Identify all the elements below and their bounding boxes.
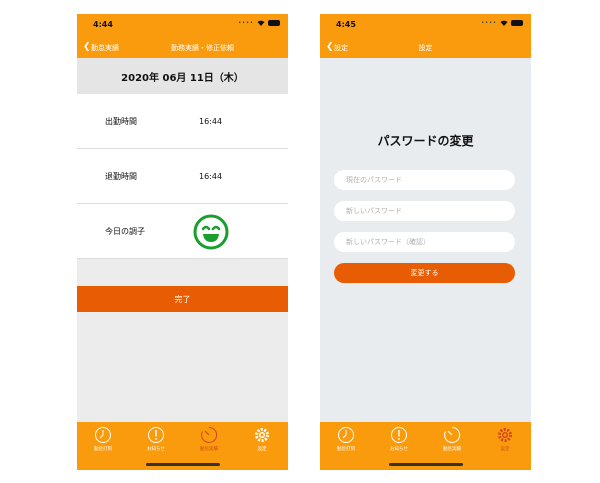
done-button[interactable]: 完了 xyxy=(77,286,288,312)
home-indicator xyxy=(146,463,220,466)
alert-icon xyxy=(148,427,164,443)
gear-icon xyxy=(255,428,269,442)
battery-icon xyxy=(511,20,523,26)
password-change-screen: 4:45 •••• ❮ 設定 設定 パスワードの変更 現在のパスワード 新しいパ… xyxy=(320,14,531,470)
timer-icon xyxy=(201,426,218,443)
clock-in-label: 出勤時間 xyxy=(105,116,137,126)
tab-records[interactable]: 勤怠実績 xyxy=(426,426,478,452)
mood-label: 今日の調子 xyxy=(105,226,145,236)
tab-label: 設定 xyxy=(257,447,267,452)
status-bar: 4:44 •••• xyxy=(77,14,288,36)
tab-notices[interactable]: お知らせ xyxy=(373,426,425,452)
attendance-list: 出勤時間 16:44 退勤時間 16:44 今日の調子 xyxy=(77,94,288,259)
tab-label: 勤怠実績 xyxy=(443,447,461,452)
status-time: 4:44 xyxy=(93,20,113,29)
status-time: 4:45 xyxy=(336,20,356,29)
current-password-field[interactable]: 現在のパスワード xyxy=(334,170,515,190)
alert-icon xyxy=(391,427,407,443)
attendance-record-screen: 4:44 •••• ❮ 勤怠実績 勤務実績・修正依頼 2020年 06月 11日… xyxy=(77,14,288,470)
clock-in-time: 16:44 xyxy=(199,116,223,126)
date-header: 2020年 06月 11日（木） xyxy=(77,58,288,94)
new-password-field[interactable]: 新しいパスワード xyxy=(334,201,515,221)
change-password-button[interactable]: 変更する xyxy=(334,263,515,283)
gear-icon xyxy=(498,428,512,442)
tab-settings[interactable]: 設定 xyxy=(236,426,288,452)
nav-bar: ❮ 設定 設定 xyxy=(320,36,531,58)
clock-out-label: 退勤時間 xyxy=(105,171,137,181)
back-button[interactable]: 勤怠実績 xyxy=(91,43,119,53)
battery-icon xyxy=(268,20,280,26)
tab-clock-in[interactable]: 勤怠打刻 xyxy=(320,426,372,452)
nav-bar: ❮ 勤怠実績 勤務実績・修正依頼 xyxy=(77,36,288,58)
clock-in-row[interactable]: 出勤時間 16:44 xyxy=(77,94,288,149)
clock-icon xyxy=(95,427,111,443)
back-chevron-icon[interactable]: ❮ xyxy=(83,42,91,52)
tab-bar: 勤怠打刻 お知らせ 勤怠実績 設定 xyxy=(320,422,531,470)
smiley-icon[interactable] xyxy=(193,214,229,250)
wifi-icon xyxy=(500,20,508,26)
tab-label: 勤怠打刻 xyxy=(94,447,112,452)
confirm-password-field[interactable]: 新しいパスワード（確認） xyxy=(334,232,515,252)
tab-label: お知らせ xyxy=(147,447,165,452)
tab-label: 設定 xyxy=(500,447,510,452)
wifi-icon xyxy=(257,20,265,26)
tab-settings[interactable]: 設定 xyxy=(479,426,531,452)
mood-row[interactable]: 今日の調子 xyxy=(77,204,288,259)
tab-label: 勤怠打刻 xyxy=(337,447,355,452)
clock-out-row[interactable]: 退勤時間 16:44 xyxy=(77,149,288,204)
home-indicator xyxy=(389,463,463,466)
clock-icon xyxy=(338,427,354,443)
clock-out-time: 16:44 xyxy=(199,171,223,181)
tab-bar: 勤怠打刻 お知らせ 勤怠実績 設定 xyxy=(77,422,288,470)
tab-clock-in[interactable]: 勤怠打刻 xyxy=(77,426,129,452)
status-bar: 4:45 •••• xyxy=(320,14,531,36)
tab-records[interactable]: 勤怠実績 xyxy=(183,426,235,452)
page-title: 勤務実績・修正依頼 xyxy=(171,44,234,52)
password-heading: パスワードの変更 xyxy=(377,134,474,148)
page-title: 設定 xyxy=(418,44,433,52)
signal-icon: •••• xyxy=(481,20,497,26)
tab-label: お知らせ xyxy=(390,447,408,452)
tab-label: 勤怠実績 xyxy=(200,447,218,452)
tab-notices[interactable]: お知らせ xyxy=(130,426,182,452)
signal-icon: •••• xyxy=(238,20,254,26)
timer-icon xyxy=(444,426,461,443)
